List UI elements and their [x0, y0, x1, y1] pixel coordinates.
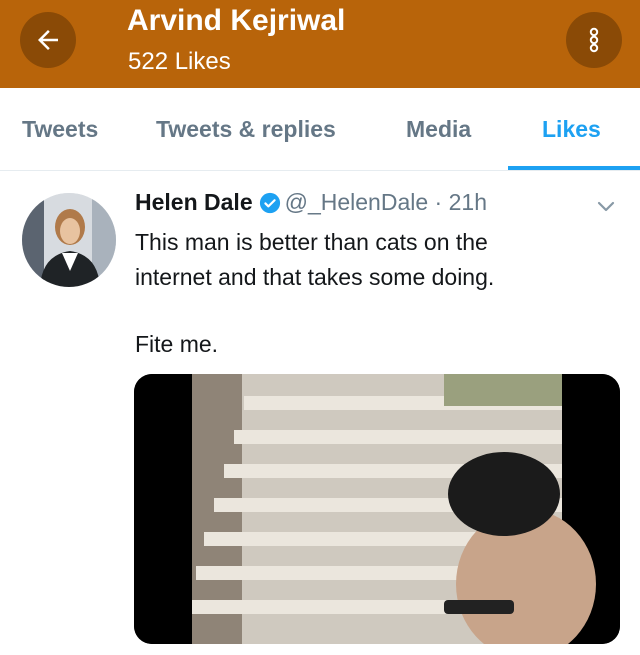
tab-tweets-and-replies[interactable]: Tweets & replies: [156, 116, 336, 143]
tweet-text-line: internet and that takes some doing.: [135, 264, 495, 290]
tab-tweets[interactable]: Tweets: [22, 116, 98, 143]
avatar[interactable]: [22, 193, 116, 287]
tweet-timestamp: 21h: [448, 189, 487, 215]
tweet-text: This man is better than cats on the inte…: [135, 225, 605, 295]
tweet-card[interactable]: Helen Dale @_HelenDale · 21h This man is…: [0, 171, 640, 655]
profile-name: Arvind Kejriwal: [127, 4, 346, 37]
profile-tabs: Tweets Tweets & replies Media Likes: [0, 88, 640, 171]
arrow-left-icon: [38, 30, 58, 50]
tweet-header: Helen Dale @_HelenDale · 21h: [135, 189, 487, 216]
author-name[interactable]: Helen Dale: [135, 189, 253, 216]
author-handle[interactable]: @_HelenDale: [285, 189, 429, 216]
tweet-video[interactable]: [134, 374, 620, 644]
chevron-down-icon: [597, 201, 615, 212]
tweet-menu-button[interactable]: [596, 199, 616, 218]
tweet-text-line: This man is better than cats on the: [135, 229, 488, 255]
avatar-image: [22, 193, 116, 287]
tab-media[interactable]: Media: [406, 116, 471, 143]
tab-likes[interactable]: Likes: [542, 116, 601, 143]
likes-count: 522 Likes: [128, 48, 231, 75]
back-button[interactable]: [20, 12, 76, 68]
tweet-text-line: Fite me.: [135, 331, 219, 357]
more-options-button[interactable]: [566, 12, 622, 68]
profile-header: Arvind Kejriwal 522 Likes: [0, 0, 640, 88]
more-vertical-icon: [589, 27, 599, 53]
verified-badge-icon: [259, 192, 281, 214]
active-tab-indicator: [508, 166, 640, 170]
separator-dot: ·: [428, 189, 449, 215]
video-thumbnail: [134, 374, 620, 644]
